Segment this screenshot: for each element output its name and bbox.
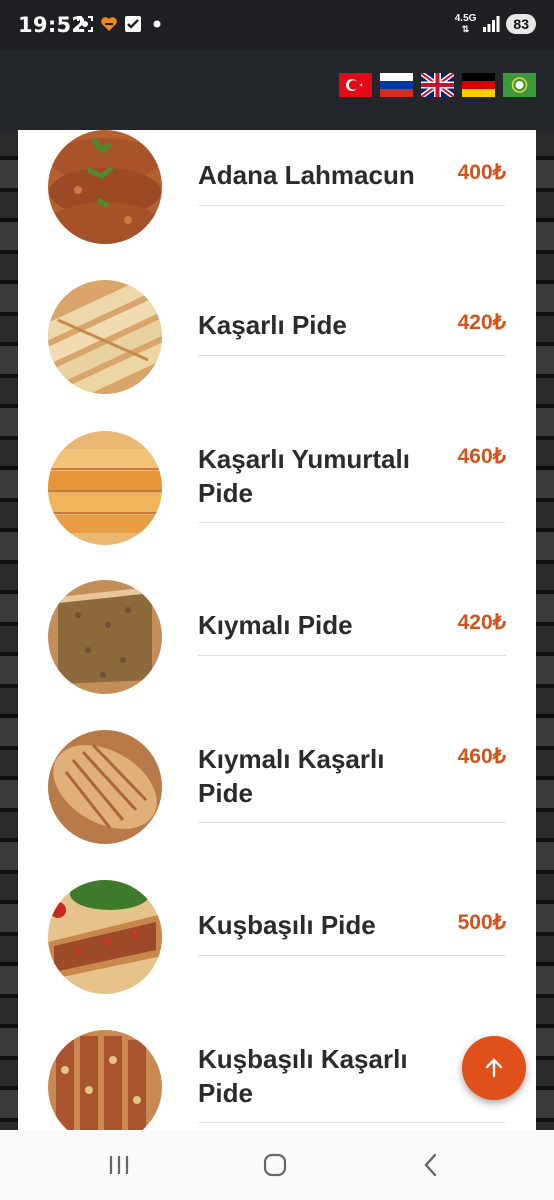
notification-icons <box>76 15 166 33</box>
item-name: Kaşarlı Yumurtalı Pide <box>198 444 410 508</box>
item-divider <box>198 822 506 823</box>
lahmacun-image <box>48 130 162 244</box>
item-divider <box>198 655 506 656</box>
item-name: Kıymalı Kaşarlı Pide <box>198 744 385 808</box>
network-type: 4.5G <box>454 13 477 24</box>
wood-background-right <box>536 130 554 1130</box>
item-name: Kuşbaşılı Pide <box>198 910 376 940</box>
item-name: Adana Lahmacun <box>198 160 415 190</box>
item-divider <box>198 522 506 523</box>
kusbasili-kasarli-pide-image <box>48 1030 162 1130</box>
home-icon <box>263 1153 287 1177</box>
status-right: 4.5G ⇅ 83 <box>455 14 536 34</box>
kusbasili-pide-image <box>48 880 162 994</box>
checkbox-icon <box>125 16 141 32</box>
kiymali-pide-image <box>48 580 162 694</box>
item-name: Kuşbaşılı Kaşarlı Pide <box>198 1044 408 1108</box>
item-name: Kaşarlı Pide <box>198 310 347 340</box>
uk-flag-icon[interactable] <box>421 73 454 97</box>
language-flags <box>339 73 536 97</box>
item-price: 420₺ <box>457 311 506 334</box>
item-divider <box>198 205 506 206</box>
arrow-up-icon <box>485 1058 503 1078</box>
recent-apps-icon <box>109 1156 129 1174</box>
status-bar: 19:52 4.5G ⇅ 83 <box>0 0 554 50</box>
kasarli-yumurtali-pide-image <box>48 431 162 545</box>
battery-icon: 83 <box>506 14 536 34</box>
item-divider <box>198 355 506 356</box>
item-name: Kıymalı Pide <box>198 610 353 640</box>
arabic-flag-icon[interactable] <box>503 73 536 97</box>
back-icon <box>424 1153 437 1177</box>
kiymali-kasarli-pide-image <box>48 730 162 844</box>
item-divider <box>198 1122 506 1123</box>
item-price: 400₺ <box>457 161 506 184</box>
back-button[interactable] <box>416 1150 446 1180</box>
item-price: 500₺ <box>457 911 506 934</box>
screenshot-icon <box>77 16 93 32</box>
item-price: 420₺ <box>457 611 506 634</box>
network-icon: 4.5G ⇅ <box>454 13 477 35</box>
heart-logo-icon <box>101 17 117 31</box>
recent-apps-button[interactable] <box>104 1150 134 1180</box>
signal-icon <box>483 16 500 32</box>
russian-flag-icon[interactable] <box>380 73 413 97</box>
scroll-to-top-button[interactable] <box>462 1036 526 1100</box>
menu-list: Adana Lahmacun 400₺ Kaşarlı Pide 420₺ Ka… <box>18 130 536 1130</box>
navigation-bar <box>0 1130 554 1200</box>
header <box>0 50 554 130</box>
dot-icon <box>153 20 161 28</box>
turkish-flag-icon[interactable] <box>339 73 372 97</box>
item-divider <box>198 955 506 956</box>
wood-background-left <box>0 130 18 1130</box>
kasarli-pide-image <box>48 280 162 394</box>
item-price: 460₺ <box>457 445 506 468</box>
home-button[interactable] <box>260 1150 290 1180</box>
item-price: 460₺ <box>457 745 506 768</box>
german-flag-icon[interactable] <box>462 73 495 97</box>
